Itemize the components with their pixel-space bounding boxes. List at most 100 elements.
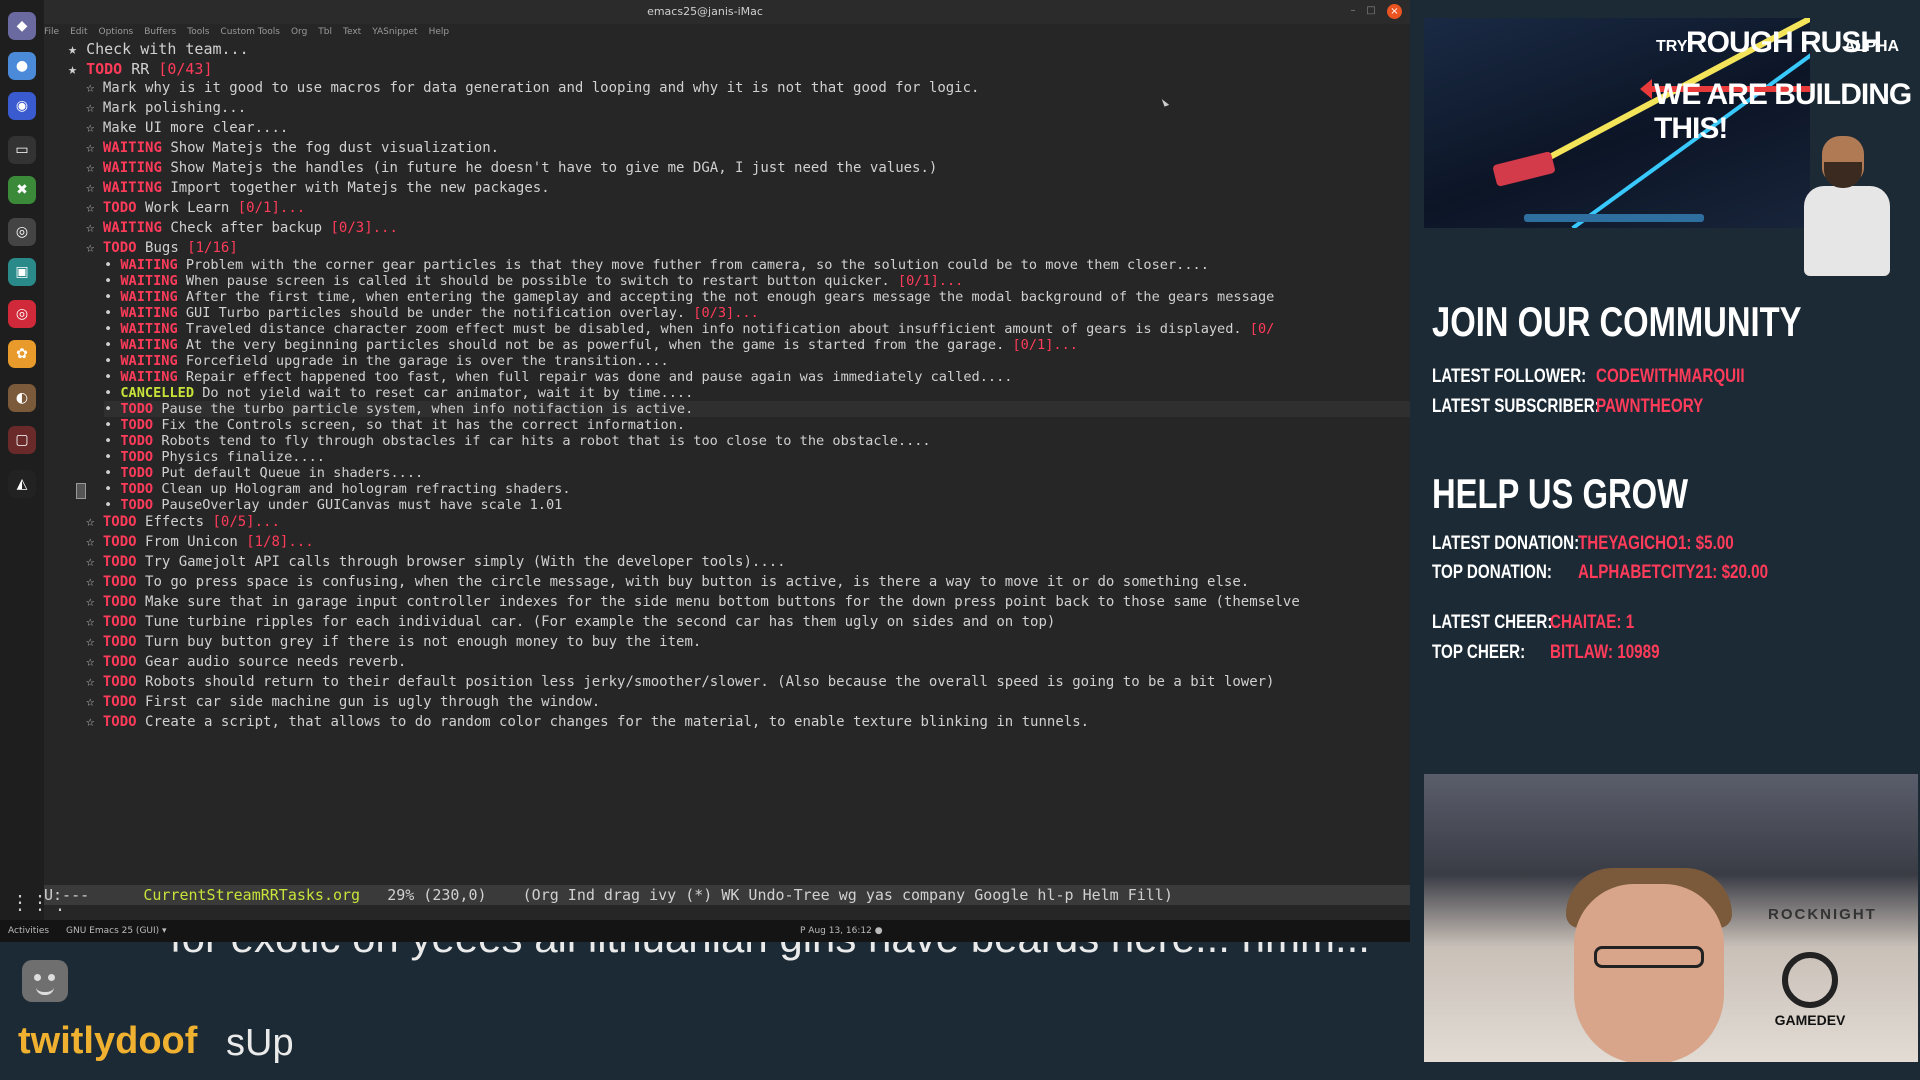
org-heading-level-2[interactable]: ☆ Make UI more clear.... bbox=[86, 120, 288, 136]
bullet-icon[interactable]: ☆ bbox=[86, 594, 94, 610]
org-heading-level-2[interactable]: ☆ TODO Create a script, that allows to d… bbox=[86, 714, 1089, 730]
org-heading-level-2[interactable]: ☆ TODO Tune turbine ripples for each ind… bbox=[86, 614, 1055, 630]
debian-icon[interactable]: ◎ bbox=[8, 300, 36, 328]
photos-icon[interactable]: ✿ bbox=[8, 340, 36, 368]
bullet-icon[interactable]: ☆ bbox=[86, 240, 94, 256]
firefox-icon[interactable]: ◉ bbox=[8, 92, 36, 120]
bullet-icon[interactable]: ☆ bbox=[86, 160, 94, 176]
org-heading-level-3[interactable]: • WAITING Repair effect happened too fas… bbox=[104, 369, 1012, 385]
org-heading-level-2[interactable]: ☆ TODO From Unicon [1/8]... bbox=[86, 534, 314, 550]
org-heading-level-2[interactable]: ☆ TODO Robots should return to their def… bbox=[86, 674, 1274, 690]
org-heading-level-2[interactable]: ☆ TODO Bugs [1/16] bbox=[86, 240, 238, 256]
bullet-icon[interactable]: • bbox=[104, 321, 112, 337]
bullet-icon[interactable]: • bbox=[104, 481, 112, 497]
org-heading-level-2[interactable]: ☆ TODO To go press space is confusing, w… bbox=[86, 574, 1249, 590]
org-heading-level-2[interactable]: ☆ WAITING Import together with Matejs th… bbox=[86, 180, 550, 196]
show-apps-icon[interactable]: ⋮⋮⋮ bbox=[10, 890, 70, 914]
org-heading-level-3[interactable]: • TODO Clean up Hologram and hologram re… bbox=[104, 481, 571, 497]
org-heading-level-3[interactable]: • CANCELLED Do not yield wait to reset c… bbox=[104, 385, 693, 401]
bullet-icon[interactable]: • bbox=[104, 353, 112, 369]
bullet-icon[interactable]: • bbox=[104, 273, 112, 289]
menu-item[interactable]: Tools bbox=[187, 24, 209, 40]
org-heading-level-2[interactable]: ☆ TODO Make sure that in garage input co… bbox=[86, 594, 1300, 610]
menu-item[interactable]: Buffers bbox=[144, 24, 176, 40]
taskbar-app-menu[interactable]: GNU Emacs 25 (GUI) ▾ bbox=[66, 926, 167, 936]
inkscape-icon[interactable]: ✖ bbox=[8, 176, 36, 204]
bullet-icon[interactable]: ☆ bbox=[86, 140, 94, 156]
org-heading-level-3[interactable]: • WAITING After the first time, when ent… bbox=[104, 289, 1274, 305]
close-icon[interactable]: × bbox=[1387, 4, 1402, 19]
bullet-icon[interactable]: ☆ bbox=[86, 120, 94, 136]
bullet-icon[interactable]: • bbox=[104, 449, 112, 465]
obs-icon[interactable]: ◎ bbox=[8, 218, 36, 246]
org-heading-level-2[interactable]: ☆ Mark why is it good to use macros for … bbox=[86, 80, 979, 96]
bullet-icon[interactable]: ☆ bbox=[86, 614, 94, 630]
org-heading-level-2[interactable]: ☆ TODO First car side machine gun is ugl… bbox=[86, 694, 600, 710]
bullet-icon[interactable]: • bbox=[104, 433, 112, 449]
bullet-icon[interactable]: ☆ bbox=[86, 200, 94, 216]
bullet-icon[interactable]: ☆ bbox=[86, 654, 94, 670]
org-heading-level-3[interactable]: • TODO Robots tend to fly through obstac… bbox=[104, 433, 931, 449]
org-heading-level-1[interactable]: ★ TODO RR [0/43] bbox=[68, 60, 213, 78]
bullet-icon[interactable]: ☆ bbox=[86, 554, 94, 570]
bullet-icon[interactable]: ☆ bbox=[86, 674, 94, 690]
org-heading-level-3[interactable]: • TODO Put default Queue in shaders.... bbox=[104, 465, 423, 481]
terminal-icon[interactable]: ▭ bbox=[8, 136, 36, 164]
org-heading-level-2[interactable]: ☆ TODO Effects [0/5]... bbox=[86, 514, 280, 530]
menu-item[interactable]: Custom Tools bbox=[220, 24, 280, 40]
bullet-icon[interactable]: ☆ bbox=[86, 634, 94, 650]
bullet-icon[interactable]: ☆ bbox=[86, 80, 94, 96]
menu-item[interactable]: Help bbox=[429, 24, 450, 40]
minimize-icon[interactable]: – bbox=[1348, 6, 1358, 16]
bullet-icon[interactable]: ☆ bbox=[86, 100, 94, 116]
org-heading-level-3[interactable]: • WAITING Traveled distance character zo… bbox=[104, 321, 1274, 337]
org-heading-level-2[interactable]: ☆ Mark polishing... bbox=[86, 100, 246, 116]
org-heading-level-3[interactable]: • WAITING Problem with the corner gear p… bbox=[104, 257, 1209, 273]
menu-item[interactable]: Text bbox=[343, 24, 361, 40]
org-heading-level-3[interactable]: • TODO Physics finalize.... bbox=[104, 449, 325, 465]
bullet-icon[interactable]: ★ bbox=[68, 60, 77, 78]
bullet-icon[interactable]: • bbox=[104, 305, 112, 321]
menu-item[interactable]: Options bbox=[99, 24, 134, 40]
activities-button[interactable]: Activities bbox=[8, 926, 49, 936]
menu-item[interactable]: Org bbox=[291, 24, 307, 40]
gimp-icon[interactable]: ◐ bbox=[8, 384, 36, 412]
bullet-icon[interactable]: ☆ bbox=[86, 574, 94, 590]
bullet-icon[interactable]: ☆ bbox=[86, 694, 94, 710]
org-buffer[interactable]: ★ Check with team... ★ TODO RR [0/43] ☆ Ma… bbox=[50, 40, 1410, 885]
menu-item[interactable]: YASnippet bbox=[372, 24, 417, 40]
org-heading-level-3[interactable]: • WAITING GUI Turbo particles should be … bbox=[104, 305, 759, 321]
emacs-icon[interactable]: ◆ bbox=[8, 12, 36, 40]
bullet-icon[interactable]: • bbox=[104, 337, 112, 353]
maximize-icon[interactable]: □ bbox=[1366, 6, 1376, 16]
bullet-icon[interactable]: ☆ bbox=[86, 714, 94, 730]
bullet-icon[interactable]: ☆ bbox=[86, 180, 94, 196]
menu-item[interactable]: File bbox=[44, 24, 59, 40]
org-heading-level-3[interactable]: • WAITING Forcefield upgrade in the gara… bbox=[104, 353, 669, 369]
org-heading-level-2[interactable]: ☆ TODO Try Gamejolt API calls through br… bbox=[86, 554, 786, 570]
bullet-icon[interactable]: • bbox=[104, 417, 112, 433]
bullet-icon[interactable]: ★ bbox=[68, 40, 77, 58]
screen-icon[interactable]: ▢ bbox=[8, 426, 36, 454]
org-heading-level-2[interactable]: ☆ TODO Turn buy button grey if there is … bbox=[86, 634, 701, 650]
monitor-icon[interactable]: ▣ bbox=[8, 258, 36, 286]
chromium-icon[interactable]: ● bbox=[8, 52, 36, 80]
menu-item[interactable]: Edit bbox=[70, 24, 87, 40]
org-heading-level-2[interactable]: ☆ TODO Gear audio source needs reverb. bbox=[86, 654, 406, 670]
org-heading-level-3[interactable]: • TODO PauseOverlay under GUICanvas must… bbox=[104, 497, 562, 513]
bullet-icon[interactable]: • bbox=[104, 257, 112, 273]
modeline-buffer-name[interactable]: CurrentStreamRRTasks.org bbox=[143, 886, 360, 904]
taskbar-clock[interactable]: P Aug 13, 16:12 ● bbox=[800, 926, 883, 936]
bullet-icon[interactable]: • bbox=[104, 289, 112, 305]
unity-icon[interactable]: ◭ bbox=[8, 470, 36, 498]
bullet-icon[interactable]: • bbox=[104, 497, 112, 513]
bullet-icon[interactable]: • bbox=[104, 465, 112, 481]
bullet-icon[interactable]: • bbox=[104, 369, 112, 385]
bullet-icon[interactable]: • bbox=[104, 385, 112, 401]
org-heading-level-2[interactable]: ☆ WAITING Show Matejs the fog dust visua… bbox=[86, 140, 499, 156]
org-heading-level-3[interactable]: • TODO Pause the turbo particle system, … bbox=[104, 401, 1410, 417]
org-heading-level-1[interactable]: ★ Check with team... bbox=[68, 40, 249, 58]
org-heading-level-3[interactable]: • WAITING When pause screen is called it… bbox=[104, 273, 963, 289]
bullet-icon[interactable]: • bbox=[104, 401, 112, 417]
bullet-icon[interactable]: ☆ bbox=[86, 514, 94, 530]
